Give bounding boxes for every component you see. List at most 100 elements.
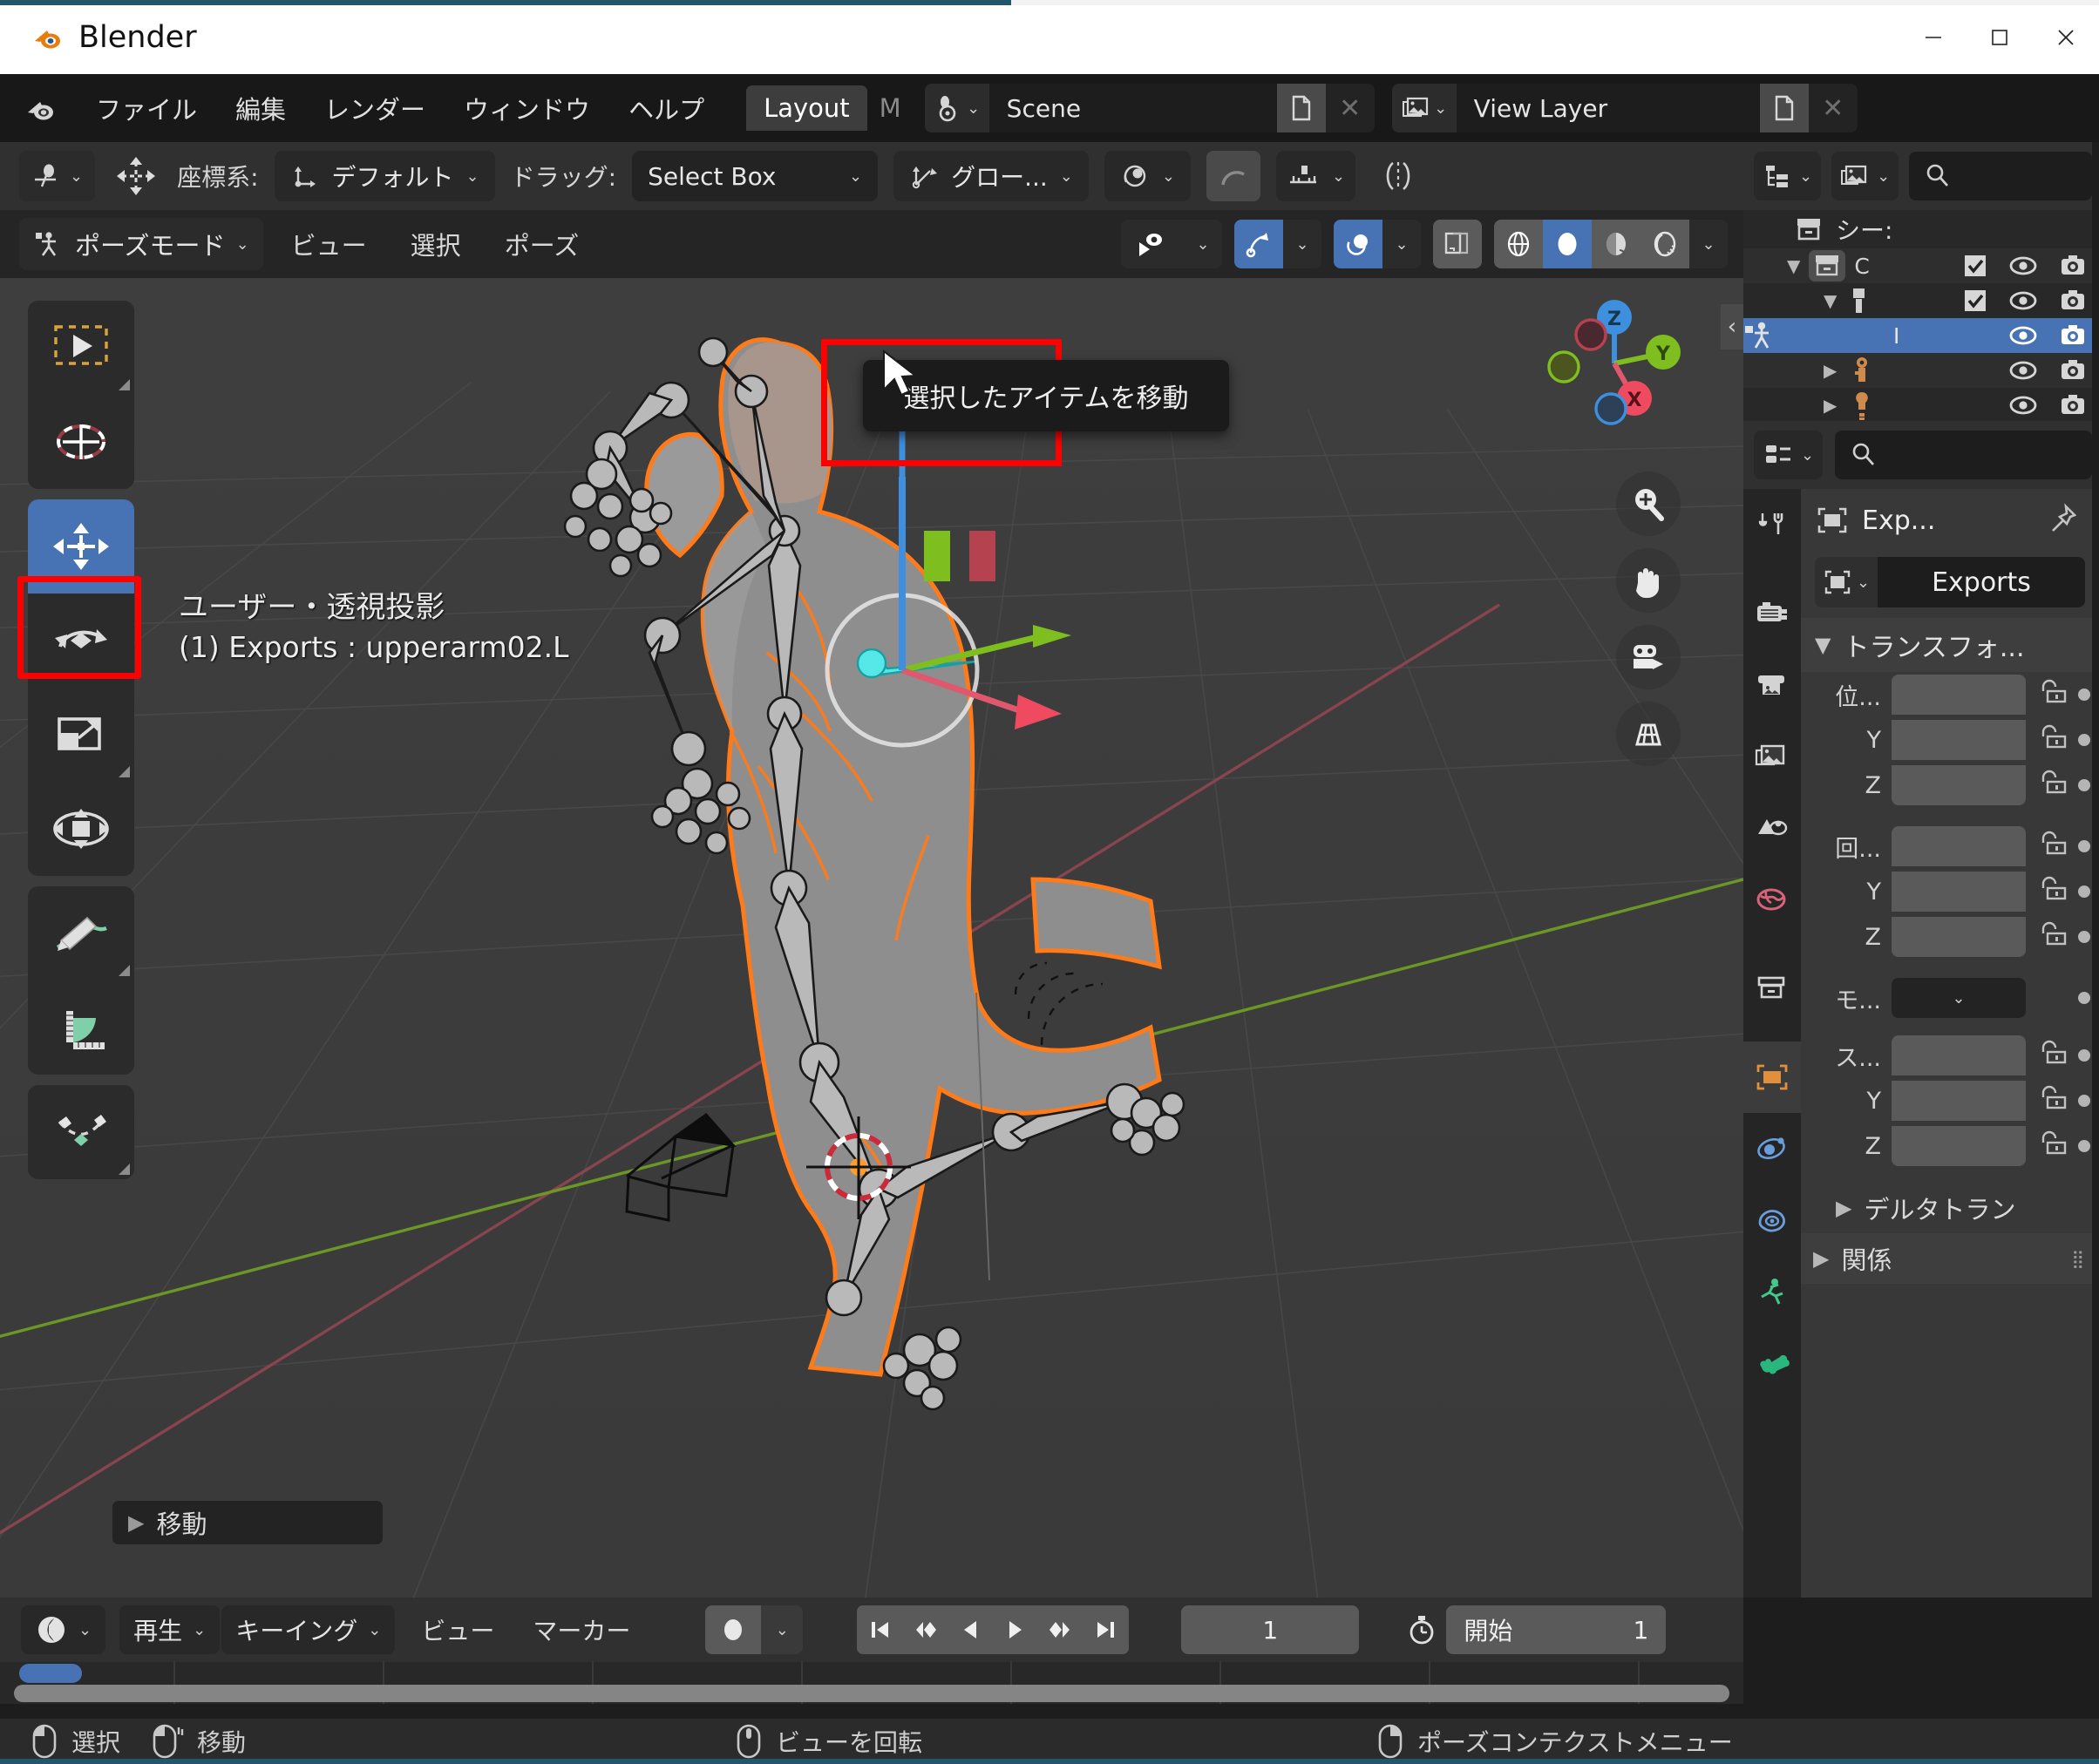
transform-tool[interactable] [28,782,134,876]
table-row[interactable]: I [1743,318,2099,353]
record-icon[interactable] [705,1605,762,1654]
animate-property-dot[interactable] [2078,885,2090,898]
minimize-button[interactable] [1900,0,1967,74]
rotation-x-field[interactable] [1892,826,2026,866]
rotation-mode-row[interactable]: モ... ⌄ [1801,975,2099,1021]
close-button[interactable] [2033,0,2099,74]
location-x-row[interactable]: 位... [1801,672,2099,717]
properties-editor-type-button[interactable]: ⌄ [1754,431,1824,479]
lock-icon[interactable] [2036,831,2068,862]
workspace-tab-modeling[interactable]: M [873,85,906,131]
jump-to-end-icon[interactable] [1083,1605,1129,1654]
location-z-row[interactable]: Z [1801,763,2099,808]
menu-edit[interactable]: 編集 [216,83,305,133]
material-preview-shading-icon[interactable] [1592,220,1640,268]
outliner-scene-row[interactable]: シー: [1743,210,2099,248]
keying-menu[interactable]: キーイング ⌄ [221,1605,396,1654]
animate-property-dot[interactable] [2078,689,2090,701]
properties-tab-scene[interactable] [1743,792,1801,864]
properties-tab-physics[interactable] [1743,1113,1801,1184]
interaction-mode-dropdown[interactable]: ポーズモード ⌄ [19,218,263,270]
gizmo-dropdown[interactable]: ⌄ [1283,220,1321,268]
location-y-row[interactable]: Y [1801,717,2099,763]
object-visibility-icon[interactable] [1121,220,1184,268]
scale-y-field[interactable] [1892,1081,2026,1121]
object-name-field[interactable]: ⌄ Exports [1815,557,2085,607]
auto-keying-dropdown[interactable]: ⌄ [761,1605,804,1654]
table-row[interactable]: ▼ [1743,283,2099,318]
viewport-menu-pose[interactable]: ポーズ [489,219,595,269]
jump-to-start-icon[interactable] [857,1605,902,1654]
mirror-x-button[interactable] [1371,151,1425,201]
camera-icon[interactable] [2059,393,2087,417]
scale-x-row[interactable]: ス... [1801,1033,2099,1078]
properties-search-input[interactable] [1835,431,2092,479]
eye-icon[interactable] [2008,289,2038,312]
properties-tab-constraints[interactable] [1743,1184,1801,1256]
3d-viewport[interactable]: ユーザー・透視投影 (1) Exports : upperarm02.L 選択し… [0,278,1743,1598]
xray-toggle-icon[interactable] [1433,220,1482,268]
new-view-layer-button[interactable] [1759,84,1809,132]
jump-prev-keyframe-icon[interactable] [902,1605,948,1654]
object-data-icon[interactable]: ⌄ [1815,557,1878,607]
scale-x-field[interactable] [1892,1035,2026,1075]
workspace-tab-layout[interactable]: Layout [746,85,867,131]
location-y-field[interactable] [1892,720,2026,760]
animate-property-dot[interactable] [2078,1140,2090,1152]
scale-z-field[interactable] [1892,1126,2026,1166]
lock-icon[interactable] [2036,770,2068,801]
outliner-filter-button[interactable]: ⌄ [1831,152,1899,200]
properties-tab-bone[interactable] [1743,1327,1801,1399]
checkbox-icon[interactable] [1963,254,1987,278]
scale-tool[interactable] [28,688,134,782]
outliner[interactable]: シー: ▼ C ▼ I ▶ ▶ [1743,210,2099,421]
properties-tab-output[interactable] [1743,649,1801,721]
wireframe-shading-icon[interactable] [1494,220,1543,268]
expand-triangle-icon[interactable]: ▶ [1824,360,1837,381]
animate-property-dot[interactable] [2078,1049,2090,1062]
timeline-menu-marker[interactable]: マーカー [520,1612,642,1647]
outliner-display-mode-button[interactable]: ⌄ [1754,152,1822,200]
camera-icon[interactable] [2059,323,2087,348]
animate-property-dot[interactable] [2078,992,2090,1004]
shading-dropdown[interactable]: ⌄ [1689,220,1728,268]
camera-icon[interactable] [2059,358,2087,383]
object-visibility-dropdown[interactable]: ⌄ [1184,220,1222,268]
active-tool-icon[interactable]: ⌄ [19,151,96,201]
menu-render[interactable]: レンダー [305,83,445,133]
lock-icon[interactable] [2036,1130,2068,1162]
checkbox-icon[interactable] [1963,288,1987,313]
overlays-toggle-icon[interactable] [1334,220,1382,268]
lock-icon[interactable] [2036,724,2068,756]
table-row[interactable]: ▼ C [1743,248,2099,283]
proportional-falloff-button[interactable] [1206,151,1260,201]
new-scene-button[interactable] [1276,84,1326,132]
drag-action-dropdown[interactable]: Select Box ⌄ [632,151,879,201]
relations-panel-header[interactable]: ▶ 関係 ⣿ [1801,1233,2099,1284]
snap-target-dropdown[interactable]: グロー... ⌄ [893,151,1089,201]
scene-icon[interactable]: ⌄ [924,84,989,132]
rendered-shading-icon[interactable] [1640,220,1689,268]
properties-tab-world[interactable] [1743,864,1801,935]
navigation-gizmo[interactable]: Z Y X [1545,295,1693,444]
table-row[interactable]: ▶ [1743,353,2099,388]
operator-redo-panel[interactable]: ▶ 移動 [112,1500,384,1545]
sidebar-toggle-arrow[interactable]: ‹ [1721,304,1743,349]
current-frame-field[interactable]: 1 [1181,1605,1360,1654]
use-preview-range-icon[interactable] [1397,1613,1446,1646]
animate-property-dot[interactable] [2078,840,2090,852]
toggle-perspective-icon[interactable] [1616,702,1681,766]
lock-icon[interactable] [2036,1040,2068,1071]
outliner-search-input[interactable] [1909,152,2092,200]
animate-property-dot[interactable] [2078,1095,2090,1107]
rotation-z-row[interactable]: Z [1801,914,2099,960]
blender-menu-logo-icon[interactable] [23,91,58,126]
view-layer-name-field[interactable]: View Layer [1456,84,1760,132]
rotation-mode-dropdown[interactable]: ⌄ [1892,978,2026,1018]
lock-icon[interactable] [2036,876,2068,907]
lock-icon[interactable] [2036,679,2068,710]
remove-view-layer-button[interactable]: ✕ [1809,84,1858,132]
snap-increment-dropdown[interactable]: ⌄ [1275,151,1356,201]
location-x-field[interactable] [1892,675,2026,715]
scale-y-row[interactable]: Y [1801,1078,2099,1123]
